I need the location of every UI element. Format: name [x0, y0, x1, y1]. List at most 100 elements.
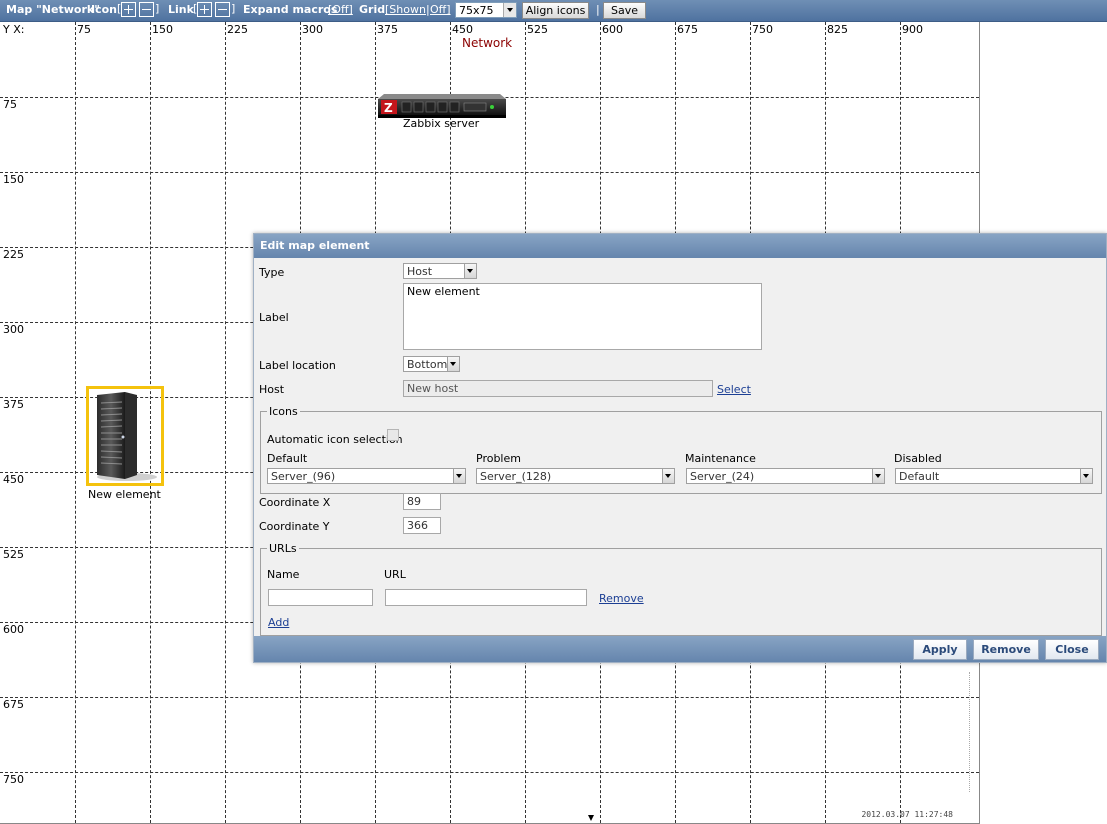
x-tick-label: 75 [77, 23, 91, 36]
chevron-down-icon [872, 469, 884, 483]
apply-button[interactable]: Apply [913, 639, 967, 660]
add-link-button[interactable] [197, 2, 212, 17]
host-label: Host [259, 383, 285, 396]
dialog-title[interactable]: Edit map element [254, 234, 1106, 258]
toolbar-separator: | [596, 3, 600, 16]
url-column: URL [384, 568, 406, 581]
x-tick-label: 300 [302, 23, 323, 36]
chevron-down-icon [447, 357, 459, 371]
grid-size-select[interactable]: 75x75 [455, 2, 517, 18]
map-side-text [969, 672, 976, 792]
grid-vertical-line [75, 22, 76, 823]
type-value: Host [407, 265, 433, 278]
y-tick-label: 525 [3, 548, 24, 561]
y-tick-label: 375 [3, 398, 24, 411]
chevron-down-icon [503, 3, 516, 17]
x-tick-label: 675 [677, 23, 698, 36]
url-name-input[interactable] [268, 589, 373, 606]
map-toolbar: Map "Network" Icon [ ] Link [ ] Expand m… [0, 0, 1107, 22]
remove-link-button[interactable] [215, 2, 230, 17]
label-textarea[interactable]: New element [403, 283, 762, 350]
label-location-select[interactable]: Bottom [403, 356, 460, 372]
coordinate-y-label: Coordinate Y [259, 520, 330, 533]
grid-label: Grid [359, 3, 386, 16]
url-name-column: Name [267, 568, 300, 581]
grid-off-link[interactable]: Off] [430, 3, 451, 16]
expand-macros-toggle[interactable]: [Off] [328, 3, 353, 16]
y-tick-label: 300 [3, 323, 24, 336]
type-label: Type [259, 266, 285, 279]
y-tick-label: 600 [3, 623, 24, 636]
grid-size-value: 75x75 [459, 4, 494, 17]
auto-icon-checkbox[interactable] [387, 429, 399, 441]
y-tick-label: 675 [3, 698, 24, 711]
url-input[interactable] [385, 589, 587, 606]
chevron-down-icon [453, 469, 465, 483]
element-label: Zabbix server [403, 117, 480, 130]
maintenance-icon-value: Server_(24) [690, 470, 755, 483]
disabled-label: Disabled [894, 452, 942, 465]
host-field[interactable]: New host [403, 380, 713, 397]
grid-vertical-line [225, 22, 226, 823]
y-tick-label: 225 [3, 248, 24, 261]
select-host-link[interactable]: Select [717, 383, 751, 396]
x-tick-label: 600 [602, 23, 623, 36]
x-tick-label: 375 [377, 23, 398, 36]
grid-horizontal-line [0, 772, 979, 773]
mouse-cursor-icon [588, 815, 594, 821]
grid-shown-link[interactable]: [Shown [385, 3, 426, 16]
x-tick-label: 150 [152, 23, 173, 36]
coordinate-x-label: Coordinate X [259, 496, 331, 509]
disabled-icon-select[interactable]: Default [895, 468, 1093, 484]
maintenance-label: Maintenance [685, 452, 756, 465]
y-tick-label: 750 [3, 773, 24, 786]
problem-label: Problem [476, 452, 521, 465]
type-select[interactable]: Host [403, 263, 477, 279]
maintenance-icon-select[interactable]: Server_(24) [686, 468, 885, 484]
map-element-new-element[interactable] [86, 386, 164, 486]
remove-icon-button[interactable] [139, 2, 154, 17]
y-tick-label: 75 [3, 98, 17, 111]
grid-horizontal-line [0, 172, 979, 173]
x-tick-label: 225 [227, 23, 248, 36]
label-location-label: Label location [259, 359, 336, 372]
default-icon-select[interactable]: Server_(96) [267, 468, 466, 484]
x-tick-label: 825 [827, 23, 848, 36]
chevron-down-icon [464, 264, 476, 278]
disabled-icon-value: Default [899, 470, 940, 483]
expand-macros-label: Expand macros [243, 3, 338, 16]
icons-legend: Icons [269, 405, 298, 418]
problem-icon-select[interactable]: Server_(128) [476, 468, 675, 484]
link-label: Link [168, 3, 194, 16]
align-icons-button[interactable]: Align icons [522, 2, 589, 19]
edit-map-element-dialog: Edit map element Type Host Label New ele… [253, 233, 1107, 663]
map-title: Network [462, 36, 513, 50]
x-tick-label: 450 [452, 23, 473, 36]
chevron-down-icon [1080, 469, 1092, 483]
add-url-link[interactable]: Add [268, 616, 289, 629]
map-title-label: Map "Network" [6, 3, 100, 16]
dialog-footer: Apply Remove Close [254, 636, 1106, 662]
axis-corner-label: Y X: [3, 23, 25, 36]
grid-horizontal-line [0, 697, 979, 698]
default-label: Default [267, 452, 308, 465]
x-tick-label: 525 [527, 23, 548, 36]
label-label: Label [259, 311, 289, 324]
svg-text:Z: Z [384, 101, 393, 115]
icon-label: Icon [91, 3, 118, 16]
element-label: New element [88, 488, 161, 501]
coordinate-x-input[interactable]: 89 [403, 493, 441, 510]
x-tick-label: 900 [902, 23, 923, 36]
remove-button[interactable]: Remove [973, 639, 1039, 660]
server-tower-icon [97, 392, 157, 481]
save-button[interactable]: Save [603, 2, 646, 19]
map-element-zabbix-server[interactable]: Z [378, 90, 506, 120]
coordinate-y-input[interactable]: 366 [403, 517, 441, 534]
remove-url-link[interactable]: Remove [599, 592, 644, 605]
add-icon-button[interactable] [121, 2, 136, 17]
chevron-down-icon [662, 469, 674, 483]
close-button[interactable]: Close [1045, 639, 1099, 660]
problem-icon-value: Server_(128) [480, 470, 552, 483]
map-timestamp: 2012.03.07 11:27:48 [861, 810, 953, 819]
server-rack-icon: Z [378, 94, 506, 118]
